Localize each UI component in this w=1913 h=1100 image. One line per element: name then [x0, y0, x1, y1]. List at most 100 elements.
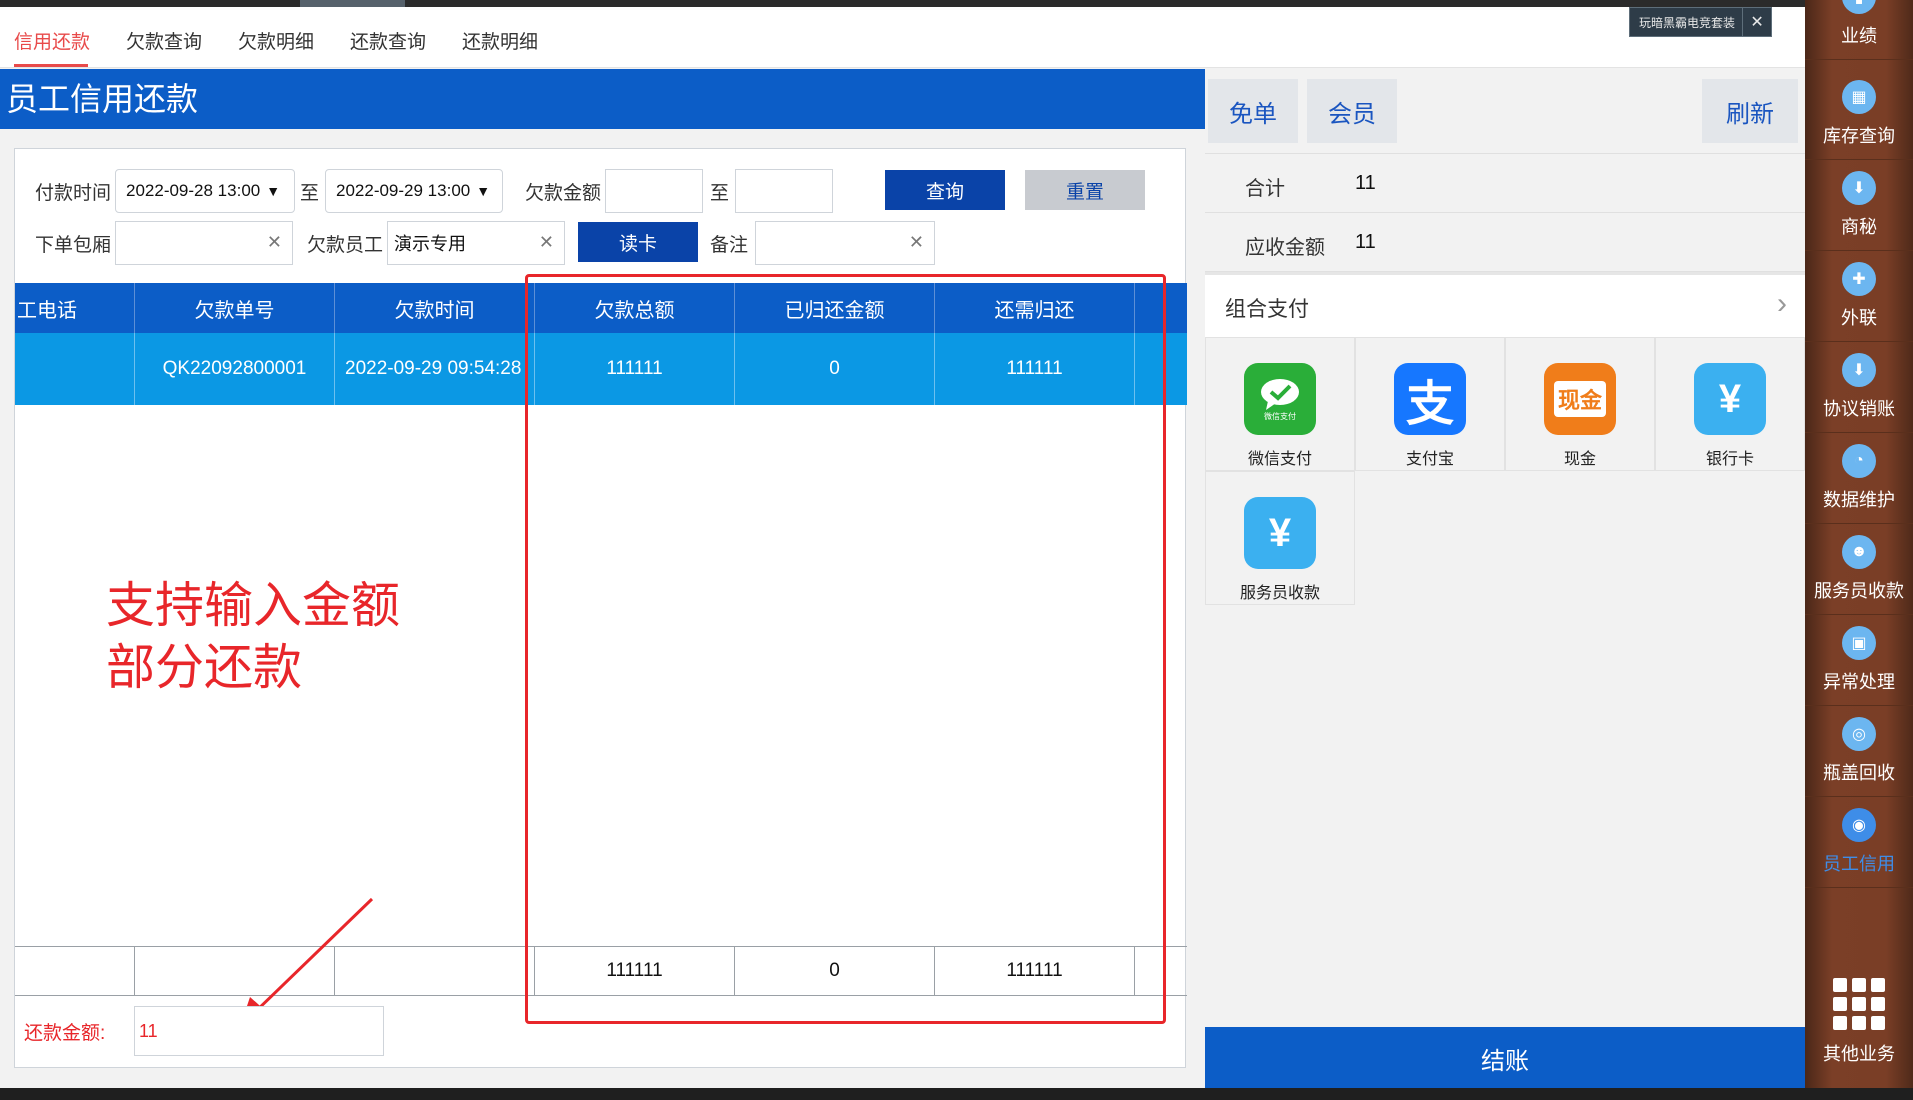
debt-staff-input[interactable]: 演示专用 ✕ — [387, 221, 565, 265]
download-icon: ⬇ — [1842, 171, 1876, 205]
pay-time-to-value: 2022-09-29 13:00 — [336, 181, 471, 200]
room-label: 下单包厢 — [35, 235, 112, 256]
bottle-icon: ◎ — [1842, 717, 1876, 751]
inventory-icon: ▦ — [1842, 80, 1876, 114]
payment-wechat[interactable]: 微信支付 微信支付 — [1205, 337, 1355, 471]
pay-time-label: 付款时间 — [35, 183, 112, 204]
sidebar-item-secret[interactable]: ⬇ 商秘 — [1805, 161, 1913, 251]
notification-banner[interactable]: 玩暗黑霸电竞套装 ✕ — [1629, 7, 1772, 37]
payment-alipay[interactable]: 支 支付宝 — [1355, 337, 1505, 471]
more-business-button[interactable]: 其他业务 — [1805, 970, 1913, 1080]
repay-amount-input[interactable]: 11 — [134, 1006, 384, 1056]
payment-name: 支付宝 — [1405, 451, 1454, 468]
debt-amount-from-input[interactable] — [605, 169, 703, 213]
total-row: 合计 11 — [1205, 153, 1805, 213]
sidebar-item-label: 商秘 — [1841, 217, 1877, 237]
col-debt-time[interactable]: 欠款时间 — [335, 283, 535, 333]
annotation-line-1: 支持输入金额 — [106, 577, 401, 634]
to-label: 至 — [300, 183, 320, 204]
pay-time-from-value: 2022-09-28 13:00 — [126, 181, 261, 200]
waiter-icon: ☻ — [1842, 535, 1876, 569]
remark-label: 备注 — [710, 235, 749, 256]
tab-repay-detail[interactable]: 还款明细 — [462, 27, 538, 54]
grid-icon — [1833, 978, 1885, 1030]
read-card-button[interactable]: 读卡 — [578, 222, 698, 262]
alipay-icon: 支 — [1394, 363, 1466, 435]
sidebar-item-label: 库存查询 — [1823, 126, 1895, 146]
tab-debt-detail[interactable]: 欠款明细 — [238, 27, 314, 54]
receivable-value: 11 — [1355, 231, 1376, 253]
waiter-collect-icon: ¥ — [1244, 497, 1316, 569]
active-tab-indicator — [14, 64, 88, 67]
settle-button[interactable]: 结账 — [1205, 1027, 1805, 1089]
cell-debt-time: 2022-09-29 09:54:28 — [335, 333, 535, 405]
wechat-pay-icon: 微信支付 — [1244, 363, 1316, 435]
sidebar-item-label: 外联 — [1841, 308, 1877, 328]
receivable-label: 应收金额 — [1245, 237, 1325, 259]
total-label: 合计 — [1245, 178, 1285, 200]
sidebar-item-data[interactable]: ◔ 数据维护 — [1805, 434, 1913, 524]
pie-icon: ◔ — [1842, 444, 1876, 478]
debt-staff-value: 演示专用 — [394, 234, 466, 254]
tab-debt-query[interactable]: 欠款查询 — [126, 27, 202, 54]
sidebar-item-label: 协议销账 — [1823, 399, 1895, 419]
col-debt-no[interactable]: 欠款单号 — [135, 283, 335, 333]
combo-pay-label: 组合支付 — [1225, 298, 1309, 321]
sidebar-item-bottle[interactable]: ◎ 瓶盖回收 — [1805, 707, 1913, 797]
refresh-button[interactable]: 刷新 — [1702, 79, 1798, 143]
reset-button[interactable]: 重置 — [1025, 170, 1145, 210]
room-input[interactable]: ✕ — [115, 221, 293, 265]
bank-card-icon: ¥ — [1694, 363, 1766, 435]
remark-input[interactable]: ✕ — [755, 221, 935, 265]
sidebar-item-agreement[interactable]: ⬇ 协议销账 — [1805, 343, 1913, 433]
tab-credit-repay[interactable]: 信用还款 — [14, 27, 90, 54]
clear-icon[interactable]: ✕ — [909, 232, 924, 253]
sidebar-item-waiter[interactable]: ☻ 服务员收款 — [1805, 525, 1913, 615]
banner-close-icon[interactable]: ✕ — [1742, 8, 1771, 36]
annotation-line-2: 部分还款 — [106, 639, 303, 696]
payment-name: 服务员收款 — [1239, 585, 1320, 602]
query-button[interactable]: 查询 — [885, 170, 1005, 210]
cell-phone — [15, 333, 135, 405]
cell-debt-no: QK22092800001 — [135, 333, 335, 405]
payment-bank-card[interactable]: ¥ 银行卡 — [1655, 337, 1805, 471]
sidebar-item-label: 服务员收款 — [1814, 581, 1904, 601]
debt-amount-label: 欠款金额 — [525, 183, 602, 204]
payment-cash[interactable]: 现金 现金 — [1505, 337, 1655, 471]
chevron-right-icon: › — [1777, 287, 1787, 320]
annotation-text: 支持输入金额 部分还款 — [106, 575, 400, 699]
performance-icon: ▮ — [1842, 0, 1876, 14]
debt-amount-to-input[interactable] — [735, 169, 833, 213]
payment-waiter-collect[interactable]: ¥ 服务员收款 — [1205, 471, 1355, 605]
sidebar-item-inventory[interactable]: ▦ 库存查询 — [1805, 70, 1913, 160]
payment-name: 银行卡 — [1705, 451, 1754, 468]
sidebar-item-exception[interactable]: ▣ 异常处理 — [1805, 616, 1913, 706]
page-title: 员工信用还款 — [0, 69, 1205, 129]
free-order-button[interactable]: 免单 — [1208, 79, 1298, 143]
col-phone[interactable]: 工电话 — [15, 283, 135, 333]
dropdown-arrow-icon: ▼ — [476, 183, 491, 199]
sidebar-item-credit[interactable]: ◉ 员工信用 — [1805, 798, 1913, 888]
box-icon: ▣ — [1842, 626, 1876, 660]
banner-text: 玩暗黑霸电竞套装 — [1639, 15, 1736, 30]
clear-icon[interactable]: ✕ — [539, 232, 554, 253]
pay-time-from-select[interactable]: 2022-09-28 13:00 ▼ — [115, 169, 295, 213]
receivable-row: 应收金额 11 — [1205, 213, 1805, 272]
contact-icon: ✚ — [1842, 262, 1876, 296]
combo-pay-row[interactable]: 组合支付 › — [1205, 272, 1805, 337]
sidebar-item-label: 异常处理 — [1823, 672, 1895, 692]
sidebar: ▮ 业绩 ▦ 库存查询 ⬇ 商秘 ✚ 外联 ⬇ 协议销账 ◔ 数据维护 ☻ 服务… — [1805, 0, 1913, 1088]
highlight-box — [525, 274, 1166, 1024]
pay-time-to-select[interactable]: 2022-09-29 13:00 ▼ — [325, 169, 503, 213]
right-panel: 免单 会员 刷新 合计 11 应收金额 11 组合支付 › 微信支付 微信支付 … — [1205, 69, 1805, 1089]
sidebar-item-label: 业绩 — [1841, 26, 1877, 46]
tab-repay-query[interactable]: 还款查询 — [350, 27, 426, 54]
sidebar-item-contact[interactable]: ✚ 外联 — [1805, 252, 1913, 342]
top-strip — [0, 0, 1913, 7]
cash-icon-glyph: 现金 — [1553, 381, 1606, 417]
clear-icon[interactable]: ✕ — [267, 232, 282, 253]
member-button[interactable]: 会员 — [1307, 79, 1397, 143]
tab-bar: 信用还款 欠款查询 欠款明细 还款查询 还款明细 — [0, 7, 1805, 68]
sidebar-item-performance[interactable]: ▮ 业绩 — [1805, 0, 1913, 60]
dropdown-arrow-icon: ▼ — [266, 183, 281, 199]
